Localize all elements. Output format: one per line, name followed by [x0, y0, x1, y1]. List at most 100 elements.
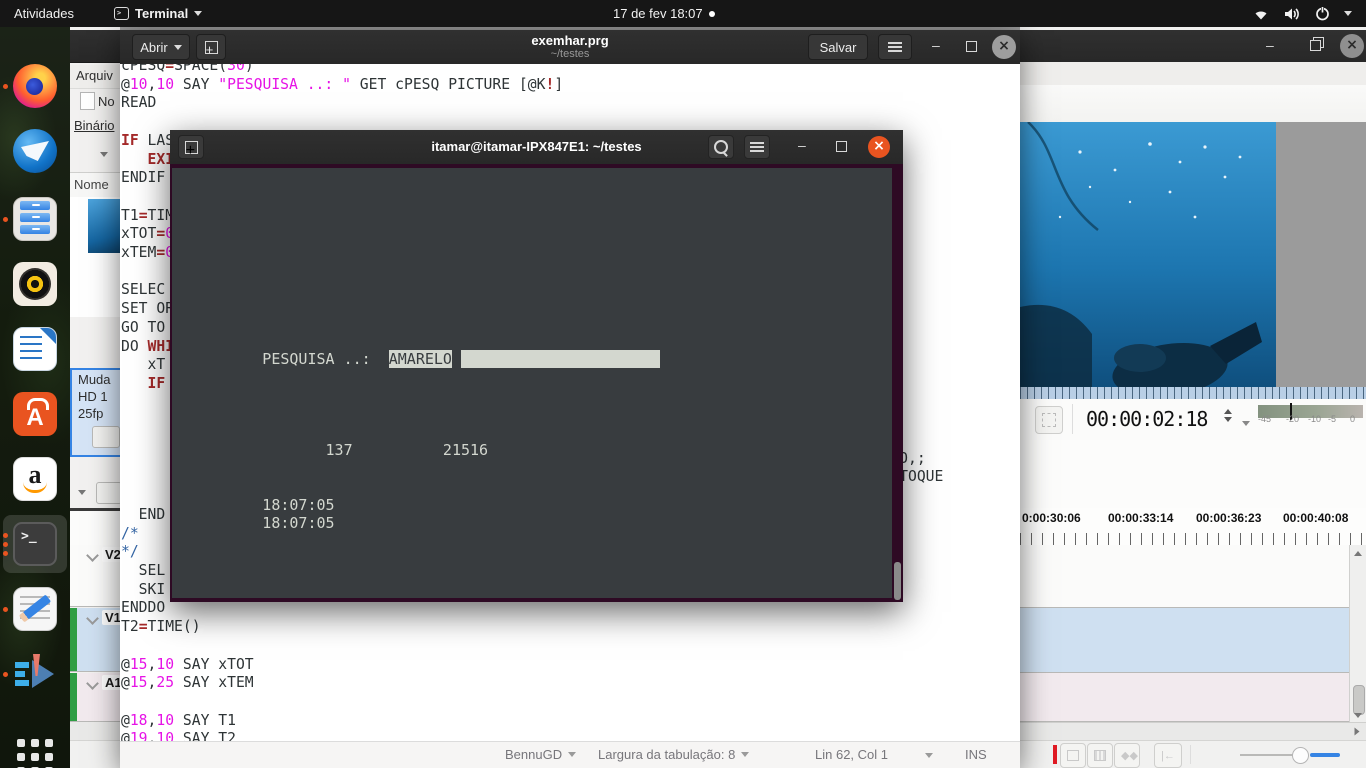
dock-item-gedit[interactable]: [11, 585, 59, 633]
timeline-track-v2[interactable]: [1020, 545, 1349, 608]
dock-item-app-grid[interactable]: [11, 733, 59, 768]
minimize-icon[interactable]: –: [1266, 38, 1274, 52]
dropdown-caret-icon[interactable]: [78, 490, 86, 495]
terminal-headerbar[interactable]: + itamar@itamar-IPX847E1: ~/testes – ×: [170, 130, 903, 165]
close-icon[interactable]: ×: [868, 136, 890, 158]
dock-item-kdenlive[interactable]: [11, 650, 59, 698]
dock-item-amazon[interactable]: a: [11, 455, 59, 503]
monitor-menu-caret-icon[interactable]: [1242, 421, 1250, 426]
timeline-hscrollbar[interactable]: [1020, 722, 1366, 741]
zoom-slider-track[interactable]: [1240, 754, 1298, 756]
insert-mode[interactable]: INS: [965, 747, 987, 762]
dock-item-terminal[interactable]: >_: [11, 520, 59, 568]
running-indicator-dot: [3, 542, 8, 547]
terminal-row: [172, 459, 892, 477]
color-zone-indicator: [1053, 745, 1057, 764]
terminal-row: [172, 332, 892, 350]
code-line: @19,10 SAY T2: [121, 730, 1020, 741]
code-line: [121, 693, 1020, 712]
tab-width-selector[interactable]: Largura da tabulação: 8: [598, 747, 749, 762]
scroll-up-icon[interactable]: [1354, 551, 1362, 556]
menu-button[interactable]: [878, 34, 912, 60]
project-bin-title[interactable]: Binário: [74, 118, 114, 133]
keyframe-tool-button[interactable]: ◆◆: [1114, 743, 1140, 768]
wifi-icon: [1252, 7, 1270, 21]
code-line: READ: [121, 94, 1020, 113]
dock-item-libreoffice-writer[interactable]: [11, 325, 59, 373]
gedit-headerbar[interactable]: Abrir + exemhar.prg ~/testes Salvar – ×: [120, 30, 1020, 65]
activities-button[interactable]: Atividades: [14, 0, 74, 27]
language-selector[interactable]: BennuGD: [505, 747, 576, 762]
cursor-position[interactable]: Lin 62, Col 1: [815, 747, 888, 762]
menu-file[interactable]: Arquiv: [76, 68, 113, 83]
clock-label: 17 de fev 18:07: [613, 6, 703, 21]
goto-start-button[interactable]: |←: [1154, 743, 1182, 768]
dock-item-rhythmbox[interactable]: [11, 260, 59, 308]
video-editor-titlebar[interactable]: – ×: [1020, 30, 1366, 63]
meter-label: -45: [1258, 414, 1271, 424]
restore-icon[interactable]: [1310, 39, 1321, 53]
zoom-slider-thumb[interactable]: [1292, 747, 1309, 764]
monitor-timecode[interactable]: 00:00:02:18: [1086, 407, 1207, 431]
timeline-ruler[interactable]: 0:00:30:06 00:00:33:14 00:00:36:23 00:00…: [1020, 508, 1366, 546]
timecode-spinner[interactable]: [1224, 409, 1232, 422]
maximize-icon[interactable]: [966, 40, 977, 54]
scroll-down-icon[interactable]: [1354, 713, 1362, 718]
monitor-gap: [1020, 440, 1366, 508]
clip-name-line: HD 1: [78, 389, 108, 404]
close-icon[interactable]: ×: [1340, 34, 1364, 58]
running-indicator-dot: [3, 551, 8, 556]
vscroll-thumb[interactable]: [1353, 685, 1365, 715]
menu-button[interactable]: [744, 135, 770, 159]
selected-clip-card[interactable]: Muda HD 1 25fp: [70, 368, 120, 457]
dock-item-thunderbird[interactable]: [11, 127, 59, 175]
film-tool-button[interactable]: [1087, 743, 1113, 768]
bin-column-header[interactable]: Nome: [70, 172, 120, 199]
track-header-v1[interactable]: V1: [70, 608, 120, 672]
toolbar-button-edge[interactable]: [96, 482, 122, 504]
gedit-icon: [13, 587, 57, 631]
clock-button[interactable]: 17 de fev 18:07: [613, 0, 715, 27]
zoom-slider-fill[interactable]: [1310, 753, 1340, 757]
desktop: Arquiv No Binário Nome Muda HD 1 25fp: [0, 0, 1366, 768]
save-button[interactable]: Salvar: [808, 34, 868, 60]
monitor-preview[interactable]: [1020, 122, 1366, 387]
razor-tool-button[interactable]: [1060, 743, 1086, 768]
dock: A a >_: [0, 27, 70, 768]
terminal-body[interactable]: PESQUISA ..: AMARELO 137 21516 18:07:05 …: [170, 164, 903, 602]
app-menu-button[interactable]: > Terminal: [114, 0, 202, 27]
minimize-icon[interactable]: –: [932, 38, 940, 52]
region-select-button[interactable]: [1035, 406, 1063, 434]
timeline-vscrollbar[interactable]: [1349, 545, 1366, 722]
timeline-track-a1[interactable]: [1020, 673, 1349, 722]
timeline-track-v1[interactable]: [1020, 608, 1349, 673]
track-header-a1[interactable]: A1: [70, 673, 120, 722]
toolbar-row: No: [70, 88, 120, 114]
project-window-left-edge: Arquiv No Binário Nome Muda HD 1 25fp: [70, 27, 120, 768]
maximize-icon[interactable]: [836, 140, 847, 154]
ubuntu-software-icon: A: [13, 392, 57, 436]
clip-thumbnail[interactable]: [88, 199, 120, 253]
dock-item-files[interactable]: [11, 195, 59, 243]
dock-item-firefox[interactable]: [11, 62, 59, 110]
terminal-row: PESQUISA ..: AMARELO: [172, 350, 892, 368]
monitor-seek-ruler[interactable]: [1020, 387, 1366, 399]
dock-item-ubuntu-software[interactable]: A: [11, 390, 59, 438]
gedit-statusbar: BennuGD Largura da tabulação: 8 Lin 62, …: [120, 741, 1020, 768]
track-header-v2[interactable]: V2: [70, 545, 120, 607]
statusbar-caret-icon[interactable]: [925, 753, 933, 758]
terminal-row: [172, 186, 892, 204]
bin-list[interactable]: [70, 197, 120, 317]
scroll-right-icon[interactable]: [1355, 728, 1360, 736]
timeline-bottom-toolbar: ◆◆ |←: [1020, 740, 1366, 768]
clip-card-button[interactable]: [92, 426, 120, 448]
terminal-row: [172, 277, 892, 295]
search-button[interactable]: [708, 135, 734, 159]
system-status-area[interactable]: [1252, 0, 1352, 27]
minimize-icon[interactable]: –: [798, 138, 806, 152]
terminal-scrollbar-thumb[interactable]: [894, 562, 901, 600]
hscroll-edge[interactable]: [70, 722, 120, 740]
project-window-titlebar[interactable]: [70, 30, 120, 63]
close-icon[interactable]: ×: [992, 35, 1016, 59]
dropdown-caret-icon[interactable]: [100, 152, 108, 157]
